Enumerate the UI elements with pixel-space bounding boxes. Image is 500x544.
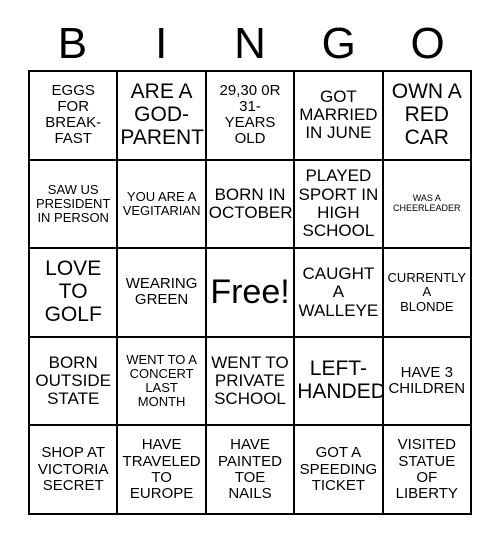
- bingo-cell-label: GOT A SPEEDING TICKET: [299, 444, 378, 494]
- bingo-free-space[interactable]: Free!: [206, 249, 296, 338]
- bingo-cell-r4c5[interactable]: HAVE 3 CHILDREN: [383, 337, 472, 427]
- bingo-cell-label: CURRENTLY A BLONDE: [387, 270, 467, 314]
- bingo-cell-r1c1[interactable]: EGGS FOR BREAK- FAST: [30, 72, 119, 161]
- bingo-cell-r3c5[interactable]: CURRENTLY A BLONDE: [383, 249, 472, 338]
- bingo-cell-label: OWN A RED CAR: [391, 80, 462, 149]
- bingo-cell-r3c2[interactable]: WEARING GREEN: [118, 249, 207, 338]
- bingo-cell-label: WENT TO A CONCERT LAST MONTH: [126, 352, 197, 410]
- bingo-cell-r5c5[interactable]: VISITED STATUE OF LIBERTY: [383, 426, 472, 515]
- bingo-cell-label: LEFT- HANDED: [297, 357, 384, 404]
- bingo-cell-r2c4[interactable]: PLAYED SPORT IN HIGH SCHOOL: [295, 160, 384, 250]
- bingo-cell-label: BORN IN OCTOBER: [208, 184, 293, 222]
- bingo-cell-label: VISITED STATUE OF LIBERTY: [395, 436, 458, 502]
- bingo-cell-label: WEARING GREEN: [125, 275, 198, 309]
- bingo-cell-r2c1[interactable]: SAW US PRESIDENT IN PERSON: [30, 160, 119, 250]
- bingo-grid: EGGS FOR BREAK- FAST ARE A GOD- PARENT 29,…: [28, 70, 472, 515]
- bingo-cell-label: EGGS FOR BREAK- FAST: [45, 81, 102, 148]
- bingo-cell-label: YOU ARE A VEGITARIAN: [122, 188, 201, 218]
- bingo-cell-label: HAVE TRAVELED TO EUROPE: [122, 436, 201, 502]
- bingo-cell-r4c4[interactable]: LEFT- HANDED: [295, 337, 384, 427]
- bingo-cell-label: WENT TO PRIVATE SCHOOL: [211, 352, 289, 409]
- bingo-cell-r5c3[interactable]: HAVE PAINTED TOE NAILS: [206, 426, 296, 515]
- bingo-cell-label: HAVE PAINTED TOE NAILS: [218, 436, 282, 502]
- bingo-cell-r5c1[interactable]: SHOP AT VICTORIA SECRET: [30, 426, 119, 515]
- bingo-cell-r4c3[interactable]: WENT TO PRIVATE SCHOOL: [206, 337, 296, 427]
- bingo-cell-r1c3[interactable]: 29,30 0R 31- YEARS OLD: [206, 72, 296, 161]
- bingo-cell-r5c2[interactable]: HAVE TRAVELED TO EUROPE: [118, 426, 207, 515]
- bingo-cell-label: SHOP AT VICTORIA SECRET: [37, 444, 109, 494]
- bingo-header-letter-o: O: [410, 19, 445, 68]
- bingo-cell-r2c3[interactable]: BORN IN OCTOBER: [206, 160, 296, 250]
- bingo-cell-label: SAW US PRESIDENT IN PERSON: [35, 181, 111, 225]
- bingo-cell-r4c2[interactable]: WENT TO A CONCERT LAST MONTH: [118, 337, 207, 427]
- bingo-cell-r4c1[interactable]: BORN OUTSIDE STATE: [30, 337, 119, 427]
- bingo-cell-label: HAVE 3 CHILDREN: [388, 363, 466, 398]
- bingo-cell-r1c5[interactable]: OWN A RED CAR: [383, 72, 472, 161]
- bingo-header-letter-b: B: [57, 19, 88, 68]
- bingo-cell-r1c2[interactable]: ARE A GOD- PARENT: [118, 72, 207, 161]
- bingo-cell-label: Free!: [210, 273, 290, 312]
- bingo-cell-r1c4[interactable]: GOT MARRIED IN JUNE: [295, 72, 384, 161]
- bingo-cell-r2c2[interactable]: YOU ARE A VEGITARIAN: [118, 160, 207, 250]
- bingo-cell-label: BORN OUTSIDE STATE: [35, 352, 111, 409]
- bingo-cell-label: ARE A GOD- PARENT: [120, 80, 205, 149]
- bingo-header-letter-i: I: [155, 19, 168, 68]
- bingo-cell-r3c1[interactable]: LOVE TO GOLF: [30, 249, 119, 338]
- bingo-cell-r2c5[interactable]: WAS A CHEERLEADER: [383, 160, 472, 250]
- bingo-cell-label: GOT MARRIED IN JUNE: [299, 86, 378, 143]
- bingo-header-letter-n: N: [234, 19, 266, 68]
- bingo-cell-r5c4[interactable]: GOT A SPEEDING TICKET: [295, 426, 384, 515]
- bingo-card: B I N G O EGGS FOR BREAK- FAST ARE A GOD- PAR…: [0, 0, 500, 544]
- bingo-cell-label: 29,30 0R 31- YEARS OLD: [219, 81, 281, 148]
- bingo-cell-label: CAUGHT A WALLEYE: [298, 263, 379, 320]
- bingo-cell-label: PLAYED SPORT IN HIGH SCHOOL: [298, 166, 379, 241]
- bingo-cell-label: LOVE TO GOLF: [44, 257, 102, 326]
- bingo-cell-label: WAS A CHEERLEADER: [393, 193, 461, 213]
- bingo-cell-r3c4[interactable]: CAUGHT A WALLEYE: [295, 249, 384, 338]
- bingo-header-letter-g: G: [321, 19, 356, 68]
- bingo-header: BINGO: [28, 18, 472, 70]
